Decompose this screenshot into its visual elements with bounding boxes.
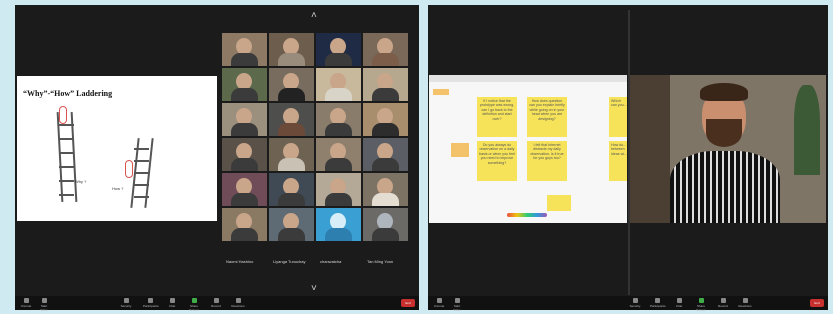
camera-icon bbox=[454, 298, 460, 303]
mute-button[interactable]: Unmute bbox=[432, 298, 446, 308]
participant-tile[interactable] bbox=[222, 208, 267, 241]
participant-tile[interactable] bbox=[363, 138, 408, 171]
participant-tile[interactable] bbox=[222, 103, 267, 136]
smile-icon bbox=[235, 298, 241, 303]
how-label: How ? bbox=[112, 186, 124, 191]
meeting-toolbar: Unmute Start Video Security Participants… bbox=[15, 296, 419, 312]
record-button[interactable]: Record bbox=[716, 298, 730, 308]
participant-gallery: Naomi Hashino Liyanga Tunuchay chanwatch… bbox=[222, 33, 410, 269]
participant-tile[interactable] bbox=[222, 138, 267, 171]
participant-tile[interactable] bbox=[269, 138, 314, 171]
microphone-icon bbox=[436, 298, 442, 303]
shield-icon bbox=[123, 298, 129, 303]
sticky-note[interactable]: If I notice that the prototype was wrong… bbox=[477, 97, 517, 137]
participant-tile[interactable] bbox=[222, 68, 267, 101]
sticky-note[interactable]: Which can you... bbox=[609, 97, 627, 137]
chat-icon bbox=[676, 298, 682, 303]
participants-button[interactable]: Participants bbox=[143, 298, 159, 308]
speaker-hair bbox=[700, 83, 748, 101]
participant-tile[interactable] bbox=[316, 103, 361, 136]
participant-tile[interactable] bbox=[269, 33, 314, 66]
active-speaker-video[interactable] bbox=[630, 75, 826, 223]
participant-tile[interactable] bbox=[222, 173, 267, 206]
sticky-note[interactable]: How do... between ideas wi... bbox=[609, 141, 627, 181]
participant-tile[interactable] bbox=[363, 208, 408, 241]
people-icon bbox=[654, 298, 660, 303]
browser-toolbar bbox=[429, 75, 627, 82]
speaker-beard bbox=[706, 119, 742, 147]
participant-tile[interactable] bbox=[363, 33, 408, 66]
share-screen-button[interactable]: Share Screen bbox=[694, 298, 708, 312]
sticky-note[interactable]: I felt that Internet distracts my daily … bbox=[527, 141, 567, 181]
sticky-note[interactable]: How does question can you explain briefl… bbox=[527, 97, 567, 137]
mute-button[interactable]: Unmute bbox=[19, 298, 33, 308]
end-meeting-button[interactable]: End bbox=[810, 299, 824, 307]
microphone-icon bbox=[23, 298, 29, 303]
participant-tile[interactable] bbox=[316, 208, 361, 241]
shield-icon bbox=[632, 298, 638, 303]
climber-figure-2 bbox=[125, 160, 133, 178]
participant-name: Naomi Hashino bbox=[226, 259, 254, 264]
chat-button[interactable]: Chat bbox=[165, 298, 179, 308]
slide-title: “Why”-“How” Laddering bbox=[23, 89, 113, 98]
sticky-note-small[interactable] bbox=[547, 195, 571, 211]
zoom-window-speaker: If I notice that the prototype was wrong… bbox=[428, 5, 828, 312]
participant-tile[interactable] bbox=[316, 33, 361, 66]
participant-tile[interactable] bbox=[316, 138, 361, 171]
participant-tile[interactable] bbox=[316, 68, 361, 101]
participant-tile[interactable] bbox=[363, 68, 408, 101]
bookshelf bbox=[630, 75, 670, 223]
climber-figure-1 bbox=[59, 106, 67, 124]
participant-tile[interactable] bbox=[269, 103, 314, 136]
record-button[interactable]: Record bbox=[209, 298, 223, 308]
scroll-down-chevron-icon[interactable]: ˅ bbox=[311, 283, 317, 294]
video-button[interactable]: Start Video bbox=[37, 298, 51, 312]
share-screen-button[interactable]: Share Screen bbox=[187, 298, 201, 312]
why-label: Why ? bbox=[75, 179, 87, 184]
reactions-button[interactable]: Reactions bbox=[738, 298, 752, 308]
zoom-window-gallery: ˄ “Why”-“How” Laddering Why ? How ? Naom… bbox=[15, 5, 419, 312]
sticky-note-label bbox=[451, 143, 469, 157]
security-button[interactable]: Security bbox=[628, 298, 642, 308]
sticky-note-label bbox=[433, 89, 449, 95]
meeting-toolbar: Unmute Start Video Security Participants… bbox=[428, 296, 828, 312]
chat-icon bbox=[169, 298, 175, 303]
participant-tile[interactable] bbox=[222, 33, 267, 66]
participant-tile[interactable] bbox=[363, 173, 408, 206]
record-icon bbox=[720, 298, 726, 303]
participant-name: Liyanga Tunuchay bbox=[273, 259, 306, 264]
participant-tile[interactable] bbox=[363, 103, 408, 136]
ladder-illustration-1 bbox=[56, 112, 78, 202]
shared-whiteboard: If I notice that the prototype was wrong… bbox=[429, 75, 627, 223]
shared-slide: “Why”-“How” Laddering Why ? How ? bbox=[17, 76, 217, 221]
participant-tile[interactable] bbox=[269, 173, 314, 206]
share-icon bbox=[191, 298, 197, 303]
security-button[interactable]: Security bbox=[119, 298, 133, 308]
share-icon bbox=[698, 298, 704, 303]
participant-tile[interactable] bbox=[269, 208, 314, 241]
sticky-note[interactable]: Do you always do observation on a daily … bbox=[477, 141, 517, 181]
participant-name: chanwatcha bbox=[320, 259, 342, 264]
participants-button[interactable]: Participants bbox=[650, 298, 666, 308]
scroll-up-chevron-icon[interactable]: ˄ bbox=[311, 10, 317, 21]
end-meeting-button[interactable]: End bbox=[401, 299, 415, 307]
video-button[interactable]: Start Video bbox=[450, 298, 464, 312]
plant bbox=[794, 85, 820, 175]
chat-button[interactable]: Chat bbox=[672, 298, 686, 308]
smile-icon bbox=[742, 298, 748, 303]
camera-icon bbox=[41, 298, 47, 303]
people-icon bbox=[147, 298, 153, 303]
ladder-illustration-2 bbox=[130, 138, 154, 208]
participant-tile[interactable] bbox=[269, 68, 314, 101]
speaker-shirt bbox=[670, 151, 780, 223]
participant-name: Tan Ming Yoon bbox=[367, 259, 394, 264]
participant-tile[interactable] bbox=[316, 173, 361, 206]
reactions-button[interactable]: Reactions bbox=[231, 298, 245, 308]
color-dots[interactable] bbox=[507, 213, 547, 217]
record-icon bbox=[213, 298, 219, 303]
